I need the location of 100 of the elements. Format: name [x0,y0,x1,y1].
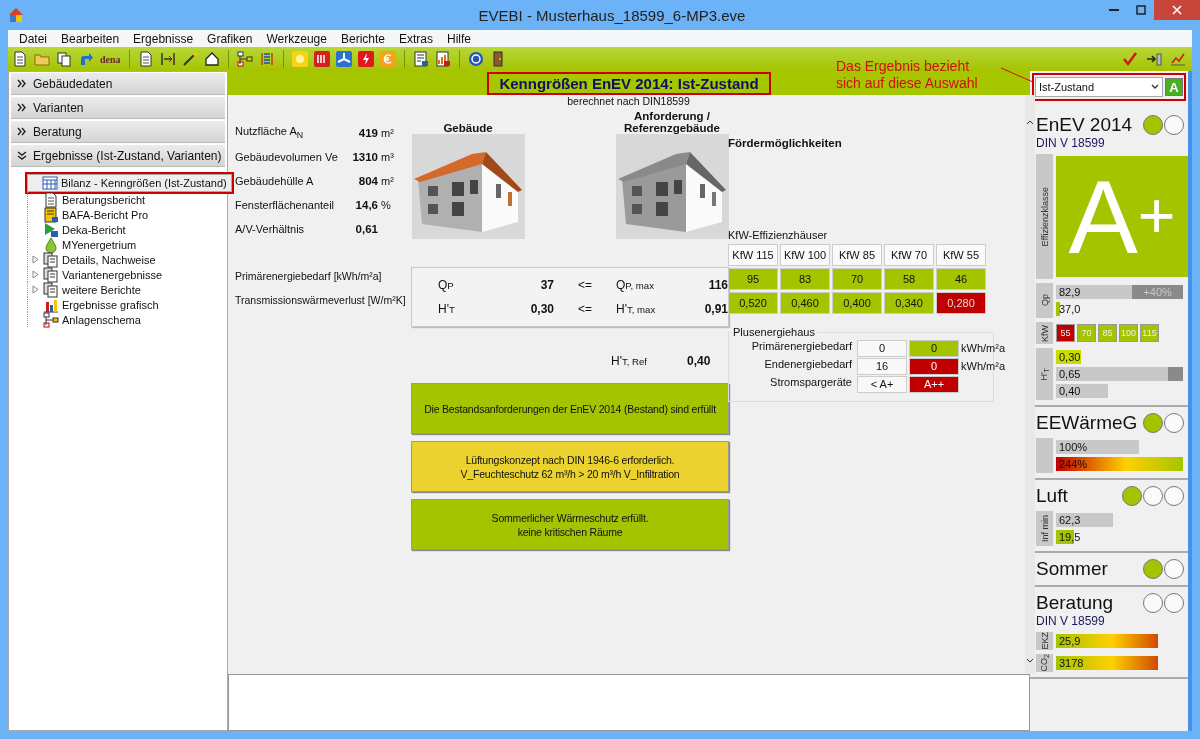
menu-item[interactable]: Datei [12,31,54,46]
kfw-chip: 85 [1098,324,1117,342]
menu-item[interactable]: Grafiken [200,31,260,46]
radiator-icon[interactable] [313,51,330,67]
document-icon[interactable] [137,51,154,67]
table-cell: 0 [909,358,959,375]
menu-item[interactable]: Hilfe [440,31,478,46]
tree-item[interactable]: Deka-Bericht [27,222,126,237]
value-label: 0,30 [529,301,554,318]
row-label: Endenergiebedarf [763,358,853,372]
window-title: EVEBI - Musterhaus_18599_6-MP3.eve [477,6,747,24]
drop-icon [43,236,59,253]
wand-icon[interactable] [181,51,198,67]
report-icon[interactable] [412,51,429,67]
scroll-down-icon[interactable] [1025,658,1035,664]
list-icon[interactable] [258,51,275,67]
table-cell: 46 [936,268,986,290]
scroll-up-icon[interactable] [1025,119,1035,125]
scrollbar[interactable] [1025,95,1035,674]
table-cell: 0,280 [936,292,986,314]
tree-item[interactable]: weitere Berichte [27,282,141,297]
value-label: 37 [539,277,554,294]
efficiency-class: A$^{+}$ [1056,156,1188,277]
tree-item[interactable]: Bilanz - Kenngrößen (Ist-Zustand) [27,174,232,192]
section-label: Gebäudedaten [33,76,113,91]
table-cell: 0,400 [832,292,882,314]
menu-item[interactable]: Werkzeuge [259,31,334,46]
tree-item[interactable]: Anlagenschema [27,312,141,327]
menu-item[interactable]: Ergebnisse [126,31,201,46]
bar-value: 0,65 [1058,368,1081,380]
bar-value: 25,9 [1058,635,1081,647]
column-header: KfW 85 [832,244,882,266]
export-icon[interactable] [1146,51,1162,67]
text-area[interactable] [228,674,1030,731]
column-header: KfW 115 [728,244,778,266]
tree-item[interactable]: Details, Nachweise [27,252,156,267]
tree-item[interactable]: Ergebnisse grafisch [27,297,159,312]
unit-label: % [381,199,391,211]
tree-item[interactable]: MYenergetrium [27,237,137,252]
figure-label: Fensterflächenanteil [235,198,336,213]
table-cell: A++ [909,376,959,393]
tree-item[interactable]: BAFA-Bericht Pro [27,207,149,222]
table-cell: 70 [832,268,882,290]
section-title: Beratung [1036,592,1114,614]
arrow-icon[interactable] [78,51,94,67]
kfw-chip: 100 [1119,324,1138,342]
leader-line [1000,66,1034,84]
pages-icon [43,281,59,298]
document-icon [43,206,59,223]
variant-dropdown[interactable]: Ist-Zustand [1035,77,1163,97]
toolbar-button[interactable]: dena [100,53,121,65]
close-icon [1172,5,1182,15]
section-subtitle: DIN V 18599 [1036,614,1106,628]
line-chart-icon[interactable] [1170,51,1186,67]
figure-value: 1310 [351,150,379,165]
menu-item[interactable]: Extras [392,31,440,46]
split-icon[interactable] [159,51,176,67]
kfw-chip: 70 [1077,324,1096,342]
reference-value: 0,40 [687,354,711,368]
tree-item[interactable]: Variantenergebnisse [27,267,163,282]
column-header: KfW 55 [936,244,986,266]
menu-item[interactable]: Berichte [333,31,392,46]
row-label: Stromspargeräte [769,376,853,390]
house-icon[interactable] [203,51,220,67]
table-cell: 0 [857,340,907,357]
figure-value: 419 [357,126,379,141]
figure-label: Nutzfläche A$_{N}$ [235,124,305,143]
section-label: Ergebnisse (Ist-Zustand, Varianten) [33,148,222,163]
column-header: KfW 100 [780,244,830,266]
minimize-icon [1108,9,1119,11]
table-icon [42,175,58,191]
section-label: Beratung [33,124,82,139]
group-title: Plusenergiehaus [731,326,817,338]
menu-item[interactable]: Bearbeiten [54,31,127,46]
chart-icon[interactable] [434,51,451,67]
copy-icon[interactable] [56,51,72,67]
operator-label: <= [577,277,593,294]
diagram-icon[interactable] [236,51,253,67]
chevron-icon [17,79,27,88]
tree-item[interactable]: Beratungsbericht [27,192,146,207]
app-icon [8,7,24,23]
fan-icon[interactable] [335,51,352,67]
kfw-chip: 115 [1140,324,1159,342]
section-title: Sommer [1036,558,1108,580]
document-icon[interactable] [12,51,28,67]
axis-label: KfW [1039,324,1050,342]
unit-label: kWh/m²a [961,342,1005,354]
bar-value: 100% [1058,441,1088,453]
diagram-icon [43,311,59,328]
accordion-header[interactable]: Gebäudedaten [11,73,225,95]
page-title: Kenngrößen EnEV 2014: Ist-Zustand [487,71,771,95]
kfw-chip: 55 [1056,324,1075,342]
accordion-header[interactable]: Varianten [11,97,225,119]
lightning-icon[interactable] [357,51,374,67]
accordion-header[interactable]: Beratung [11,121,225,143]
checkmark-icon[interactable] [1122,51,1138,67]
chevron-icon [17,127,27,136]
accordion-header[interactable]: Ergebnisse (Ist-Zustand, Varianten) [11,145,225,167]
close-button[interactable] [1154,0,1200,20]
table-title: KfW-Effizienzhäuser [728,229,829,241]
